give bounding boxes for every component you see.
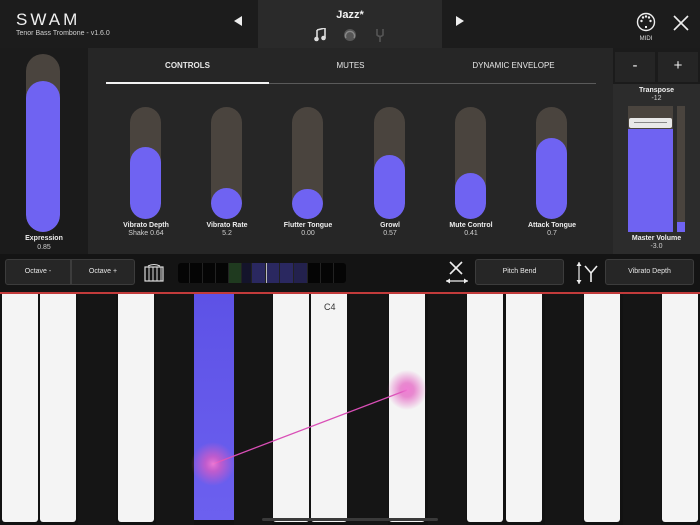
expression-fill (26, 80, 60, 232)
triangle-left-icon (234, 16, 242, 26)
attack-tongue-value: 0.7 (547, 230, 557, 237)
vibrato-depth-slider[interactable] (130, 107, 161, 219)
master-panel: - + Transpose -12 Master Volume -3.0 (613, 48, 700, 254)
touch-trail (212, 389, 408, 465)
keyboard: C4 (0, 294, 700, 525)
range-segment (203, 263, 216, 283)
music-note-icon[interactable] (313, 26, 327, 42)
pitch-bend-button[interactable]: Pitch Bend (475, 259, 564, 285)
instrument-version: Tenor Bass Trombone - v1.6.0 (16, 30, 110, 37)
tab-mutes[interactable]: MUTES (269, 60, 432, 84)
mute-control-value: 0.41 (464, 230, 478, 237)
x-axis-icon[interactable] (444, 260, 470, 286)
midi-label: MIDI (639, 36, 653, 42)
attack-tongue-fill (536, 138, 567, 219)
tab-bar: CONTROLS MUTES DYNAMIC ENVELOPE (106, 60, 596, 84)
y-axis-icon[interactable] (575, 260, 601, 286)
vibrato-rate-label: Vibrato Rate (206, 222, 248, 229)
keyboard-range-strip[interactable] (178, 263, 346, 283)
vibrato-depth-label: Vibrato Depth (123, 222, 169, 229)
midi-button[interactable] (634, 12, 658, 37)
range-segment (334, 263, 346, 283)
mute-control-slider[interactable] (455, 107, 486, 219)
range-segment (229, 263, 242, 283)
app-logo: SWAM (16, 10, 81, 29)
growl-label: Growl (380, 222, 400, 229)
vibrato-depth-fill (130, 147, 161, 219)
close-icon (673, 15, 689, 31)
expression-value: 0.85 (37, 244, 51, 251)
preset-icons (258, 26, 442, 42)
transpose-minus-button[interactable]: - (615, 52, 655, 82)
tab-controls[interactable]: CONTROLS (106, 60, 269, 84)
home-indicator (262, 518, 438, 521)
range-segment (242, 263, 252, 283)
transpose-plus-button[interactable]: + (658, 52, 698, 82)
expression-label: Expression (25, 235, 63, 242)
range-segment (178, 263, 190, 283)
prev-preset-button[interactable] (234, 16, 243, 29)
range-segment-active (252, 263, 266, 283)
attack-tongue-slider[interactable] (536, 107, 567, 219)
level-meter (677, 106, 685, 232)
master-volume-label: Master Volume (631, 235, 682, 242)
tab-dynamic-envelope[interactable]: DYNAMIC ENVELOPE (432, 60, 595, 84)
midi-icon (636, 12, 656, 32)
range-segment (216, 263, 229, 283)
dial-icon[interactable] (343, 28, 357, 42)
flutter-tongue-label: Flutter Tongue (283, 222, 333, 229)
range-segment (190, 263, 203, 283)
triangle-right-icon (456, 16, 464, 26)
next-preset-button[interactable] (456, 16, 465, 29)
toolbar: Octave - Octave + Pitch Bend Vibrato Dep… (0, 254, 700, 292)
close-button[interactable] (672, 14, 690, 32)
expression-slider[interactable] (26, 54, 60, 232)
master-volume-value: -3.0 (650, 243, 663, 250)
expression-panel: Expression 0.85 (0, 48, 88, 254)
octave-up-button[interactable]: Octave + (71, 259, 135, 285)
master-volume-handle[interactable] (629, 118, 672, 128)
growl-fill (374, 155, 405, 219)
vibrato-depth-button[interactable]: Vibrato Depth (605, 259, 694, 285)
transpose-value: -12 (651, 95, 662, 102)
master-section: Transpose -12 Master Volume -3.0 (613, 84, 700, 254)
handle-grip (634, 122, 667, 123)
touch-overlay (191, 370, 427, 486)
range-segment (321, 263, 334, 283)
range-segment-active (266, 263, 280, 283)
controls-panel: CONTROLS MUTES DYNAMIC ENVELOPE Vibrato … (88, 48, 613, 254)
transpose-label: Transpose (638, 87, 674, 94)
tuning-fork-icon[interactable] (373, 28, 387, 42)
piano-keys-icon[interactable] (144, 263, 164, 283)
vibrato-rate-fill (211, 187, 242, 219)
octave-down-button[interactable]: Octave - (5, 259, 71, 285)
level-meter-fill (677, 222, 685, 232)
range-segment (308, 263, 321, 283)
master-volume-fill (628, 128, 673, 232)
mute-control-label: Mute Control (449, 222, 493, 229)
header: SWAM Tenor Bass Trombone - v1.6.0 Jazz* (0, 0, 700, 48)
flutter-tongue-value: 0.00 (301, 230, 315, 237)
vibrato-depth-value: Shake 0.64 (128, 230, 164, 237)
growl-slider[interactable] (374, 107, 405, 219)
range-segment-active (280, 263, 294, 283)
mute-control-fill (455, 173, 486, 219)
preset-selector[interactable]: Jazz* (258, 0, 442, 48)
growl-value: 0.57 (383, 230, 397, 237)
flutter-tongue-slider[interactable] (292, 107, 323, 219)
preset-name: Jazz* (336, 9, 364, 21)
range-segment-active (294, 263, 308, 283)
attack-tongue-label: Attack Tongue (527, 222, 577, 229)
flutter-tongue-fill (292, 188, 323, 219)
vibrato-rate-slider[interactable] (211, 107, 242, 219)
touch-point-current (387, 370, 427, 410)
vibrato-rate-value: 5.2 (222, 230, 232, 237)
touch-point-start (191, 442, 235, 486)
